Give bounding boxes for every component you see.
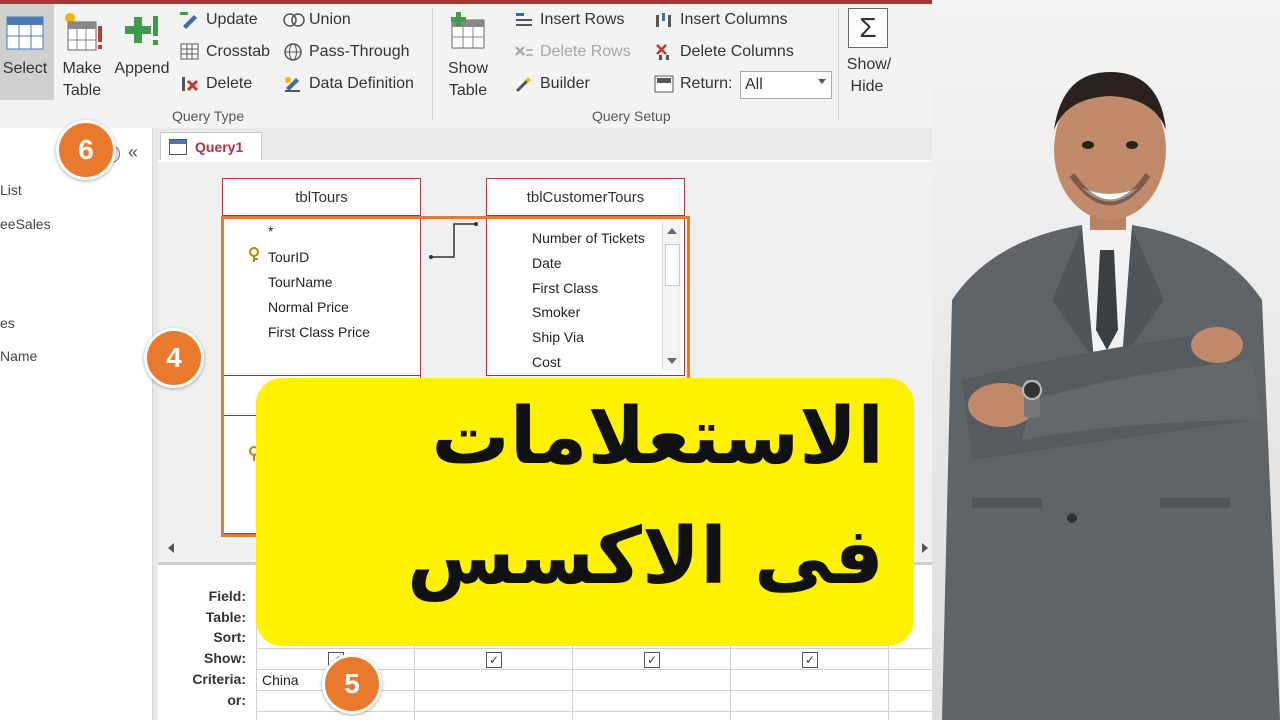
- grid-row-label: Show:: [204, 650, 246, 666]
- update-pencil-icon: [180, 11, 200, 29]
- return-dropdown[interactable]: All: [740, 71, 832, 99]
- show-table-label-1: Show: [447, 60, 489, 77]
- ribbon-separator-2: [838, 8, 839, 120]
- query-type-group-label: Query Type: [172, 108, 245, 124]
- nav-collapse-icon[interactable]: «: [128, 142, 138, 163]
- show-checkbox[interactable]: ✓: [802, 652, 818, 668]
- union-rings-icon: [283, 11, 305, 29]
- insert-rows-label: Insert Rows: [540, 11, 625, 28]
- grid-line: [888, 640, 889, 720]
- insert-rows-icon: [514, 11, 534, 29]
- make-table-label-2: Table: [62, 82, 102, 99]
- grid-line: [572, 640, 573, 720]
- builder-button[interactable]: Builder: [514, 75, 590, 93]
- grid-row-label: or:: [227, 692, 246, 708]
- pass-through-button[interactable]: Pass-Through: [283, 43, 410, 61]
- show-hide-label-1: Show/: [846, 56, 892, 73]
- delete-rows-label: Delete Rows: [540, 43, 631, 60]
- data-definition-button[interactable]: Data Definition: [283, 75, 414, 93]
- field-list-title: tblCustomerTours: [487, 179, 684, 216]
- globe-icon: [283, 43, 303, 61]
- make-table-label-1: Make: [62, 60, 102, 77]
- tab-query1[interactable]: Query1: [160, 132, 262, 161]
- field-list-title: tblTours: [223, 179, 420, 216]
- presenter-illustration: [942, 72, 1280, 720]
- delete-columns-icon: [654, 43, 674, 61]
- update-button[interactable]: Update: [180, 11, 258, 29]
- grid-row-label: Criteria:: [192, 671, 246, 687]
- query-tab-icon: [169, 139, 187, 155]
- delete-x-icon: [180, 75, 200, 93]
- nav-item[interactable]: Name: [0, 348, 37, 364]
- show-checkbox[interactable]: ✓: [486, 652, 502, 668]
- union-button[interactable]: Union: [283, 11, 351, 29]
- show-checkbox[interactable]: ✓: [644, 652, 660, 668]
- callout-6: 6: [56, 120, 116, 180]
- delete-columns-label: Delete Columns: [680, 43, 794, 60]
- delete-query-button[interactable]: Delete: [180, 75, 252, 93]
- data-definition-icon: [283, 75, 303, 93]
- update-label: Update: [206, 11, 258, 28]
- chevron-down-icon: [818, 79, 826, 84]
- grid-row-label: Sort:: [213, 629, 246, 645]
- scroll-right-icon[interactable]: [922, 543, 928, 553]
- append-button[interactable]: Append: [110, 4, 174, 100]
- banner-title-line2: فى الاكسس: [407, 512, 884, 602]
- scroll-left-icon[interactable]: [168, 543, 174, 553]
- navigation-pane: List eeSales es Name: [0, 128, 153, 720]
- grid-row-label: Table:: [205, 609, 246, 625]
- union-label: Union: [309, 11, 351, 28]
- query-setup-group-label: Query Setup: [592, 108, 671, 124]
- show-table-icon: [448, 12, 488, 52]
- grid-line: [730, 640, 731, 720]
- ribbon-separator: [432, 8, 433, 120]
- insert-rows-button[interactable]: Insert Rows: [514, 11, 624, 29]
- pass-through-label: Pass-Through: [309, 43, 410, 60]
- grid-line: [414, 640, 415, 720]
- return-icon: [654, 75, 674, 93]
- nav-item[interactable]: eeSales: [0, 216, 51, 232]
- delete-label: Delete: [206, 75, 253, 92]
- callout-5: 5: [322, 654, 382, 714]
- show-hide-label-2: Hide: [850, 78, 884, 95]
- tab-label: Query1: [195, 139, 244, 155]
- crosstab-grid-icon: [180, 43, 200, 61]
- insert-columns-icon: [654, 11, 674, 29]
- return-value: All: [745, 76, 763, 93]
- select-query-icon: [6, 16, 44, 50]
- grid-row-label: Field:: [208, 588, 246, 604]
- make-table-button[interactable]: Make Table: [56, 4, 108, 100]
- show-hide-button[interactable]: Σ Show/ Hide: [842, 4, 896, 100]
- crosstab-button[interactable]: Crosstab: [180, 43, 270, 61]
- delete-rows-button[interactable]: Delete Rows: [514, 43, 631, 61]
- banner-title-line1: الاستعلامات: [431, 392, 884, 482]
- crosstab-label: Crosstab: [206, 43, 271, 60]
- delete-columns-button[interactable]: Delete Columns: [654, 43, 794, 61]
- return-control: Return:: [654, 75, 732, 93]
- insert-columns-label: Insert Columns: [680, 11, 788, 28]
- delete-rows-icon: [514, 43, 534, 61]
- criteria-cell[interactable]: China: [262, 672, 299, 688]
- builder-wand-icon: [514, 75, 534, 93]
- make-table-icon: [62, 10, 104, 54]
- return-label: Return:: [680, 75, 733, 92]
- nav-item[interactable]: es: [0, 315, 15, 331]
- select-label: Select: [2, 60, 48, 77]
- show-table-label-2: Table: [448, 82, 488, 99]
- append-icon: [122, 12, 162, 52]
- show-table-button[interactable]: Show Table: [440, 4, 496, 100]
- builder-label: Builder: [540, 75, 590, 92]
- insert-columns-button[interactable]: Insert Columns: [654, 11, 788, 29]
- data-definition-label: Data Definition: [309, 75, 414, 92]
- presenter-photo: [932, 0, 1280, 720]
- title-banner: الاستعلامات فى الاكسس: [256, 378, 914, 646]
- append-label: Append: [114, 60, 170, 77]
- totals-sigma-icon: Σ: [848, 8, 888, 48]
- select-button[interactable]: Select: [0, 4, 54, 100]
- callout-4: 4: [144, 328, 204, 388]
- grid-line: [256, 648, 932, 649]
- nav-item[interactable]: List: [0, 182, 22, 198]
